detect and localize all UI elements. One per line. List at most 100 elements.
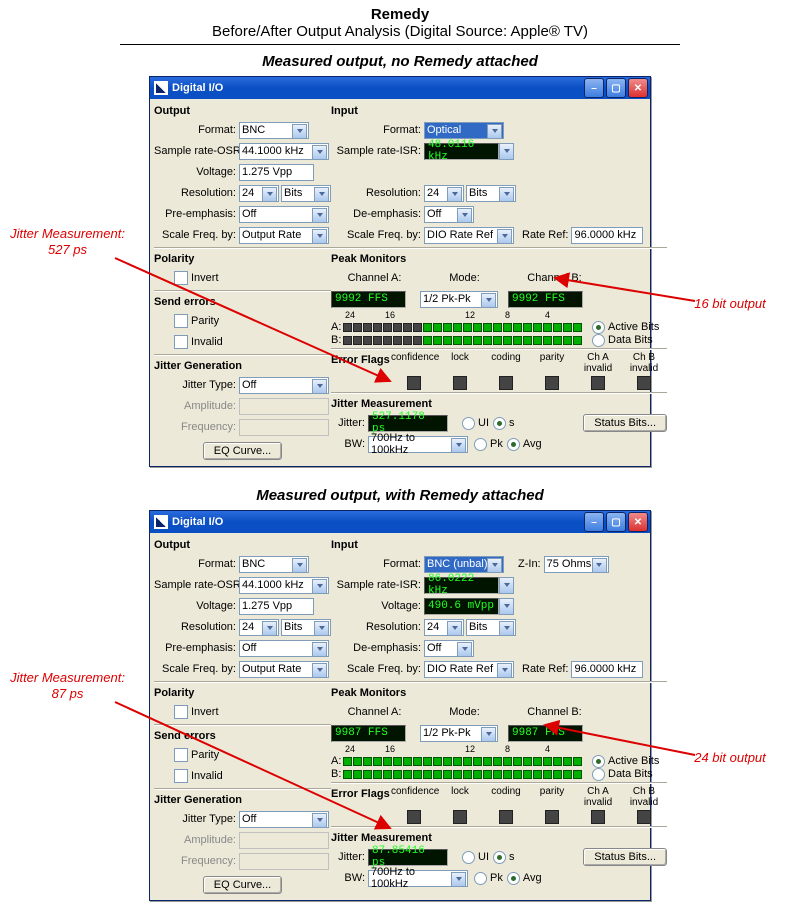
mode-combo[interactable]: 1/2 Pk-Pk [420, 291, 498, 308]
chevron-down-icon [312, 813, 327, 828]
output-resolution-unit-combo[interactable]: Bits [281, 619, 331, 636]
invert-checkbox[interactable]: Invert [174, 705, 219, 719]
chevron-down-icon[interactable] [499, 577, 514, 594]
parity-checkbox[interactable]: Parity [174, 314, 219, 328]
deemph-combo[interactable]: Off [424, 206, 474, 223]
jitter-type-combo[interactable]: Off [239, 811, 329, 828]
minimize-button[interactable]: – [584, 512, 604, 532]
chevron-down-icon[interactable] [499, 143, 514, 160]
minimize-button[interactable]: – [584, 78, 604, 98]
pk-radio[interactable]: Pk [474, 872, 503, 885]
eq-curve-button[interactable]: EQ Curve... [203, 876, 282, 894]
ef-parity: parity [540, 352, 564, 363]
jitter-label: Jitter: [331, 851, 368, 863]
osr-label: Sample rate-OSR: [154, 145, 239, 157]
ef-parity: parity [540, 786, 564, 797]
status-bits-button[interactable]: Status Bits... [583, 414, 667, 432]
chevron-down-icon [499, 187, 514, 202]
chevron-down-icon [499, 621, 514, 636]
jitter-readout: 527.1178 ps [368, 415, 448, 432]
preemph-combo[interactable]: Off [239, 206, 329, 223]
parity-checkbox[interactable]: Parity [174, 748, 219, 762]
output-voltage-field[interactable]: 1.275 Vpp [239, 164, 314, 181]
output-resolution-combo[interactable]: 24 [239, 185, 279, 202]
chB-label: Channel B: [511, 272, 601, 284]
output-voltage-field[interactable]: 1.275 Vpp [239, 598, 314, 615]
input-format-combo[interactable]: Optical [424, 122, 504, 139]
jittergen-group-label: Jitter Generation [154, 358, 331, 374]
in-scalefreq-combo[interactable]: DIO Rate Ref [424, 227, 514, 244]
input-resolution-unit-combo[interactable]: Bits [466, 619, 516, 636]
scalefreq-combo[interactable]: Output Rate [239, 661, 329, 678]
zin-label: Z-In: [518, 558, 544, 570]
output-resolution-unit-combo[interactable]: Bits [281, 185, 331, 202]
data-bits-radio[interactable]: Data Bits [592, 768, 653, 781]
peakmon-group-label: Peak Monitors [331, 685, 667, 701]
invert-checkbox[interactable]: Invert [174, 271, 219, 285]
ef-confidence: confidence [391, 352, 439, 363]
chevron-down-icon [457, 642, 472, 657]
input-resolution-unit-combo[interactable]: Bits [466, 185, 516, 202]
jittermeas-label: Jitter Measurement [331, 830, 667, 846]
close-button[interactable]: ✕ [628, 512, 648, 532]
chevron-down-icon[interactable] [499, 598, 514, 615]
section1-header: Measured output, no Remedy attached [0, 53, 800, 70]
output-sample-rate-combo[interactable]: 44.1000 kHz [239, 143, 329, 160]
window-title: Digital I/O [172, 516, 582, 528]
avg-radio[interactable]: Avg [507, 872, 542, 885]
preemph-combo[interactable]: Off [239, 640, 329, 657]
ui-radio[interactable]: UI [462, 417, 489, 430]
ef-chB: Ch B [633, 786, 655, 797]
bw-combo[interactable]: 700Hz to 100kHz [368, 436, 468, 453]
in-scalefreq-label: Scale Freq. by: [331, 663, 424, 675]
output-format-combo[interactable]: BNC [239, 122, 309, 139]
jitter-type-combo[interactable]: Off [239, 377, 329, 394]
rowA-label: A: [331, 755, 343, 767]
input-resolution-combo[interactable]: 24 [424, 619, 464, 636]
s-radio[interactable]: s [493, 417, 515, 430]
scalefreq-label: Scale Freq. by: [154, 229, 239, 241]
active-bits-radio[interactable]: Active Bits [592, 321, 659, 334]
titlebar2[interactable]: Digital I/O – ▢ ✕ [150, 511, 650, 533]
rateref-field[interactable]: 96.0000 kHz [571, 227, 643, 244]
ef-coding: coding [491, 352, 520, 363]
section2: Digital I/O – ▢ ✕ Output Format:BNC Samp… [0, 510, 800, 901]
zin-combo[interactable]: 75 Ohms [544, 556, 609, 573]
lamp-icon [407, 376, 421, 390]
input-format-combo[interactable]: BNC (unbal) [424, 556, 504, 573]
annotation-right: 24 bit output [670, 750, 790, 766]
ef-chB: Ch B [633, 352, 655, 363]
chevron-down-icon [292, 558, 307, 573]
invalid-checkbox[interactable]: Invalid [174, 335, 223, 349]
maximize-button[interactable]: ▢ [606, 78, 626, 98]
avg-radio[interactable]: Avg [507, 438, 542, 451]
ui-radio[interactable]: UI [462, 851, 489, 864]
invalid-checkbox[interactable]: Invalid [174, 769, 223, 783]
deemph-combo[interactable]: Off [424, 640, 474, 657]
maximize-button[interactable]: ▢ [606, 512, 626, 532]
jittergen-group-label: Jitter Generation [154, 792, 331, 808]
active-bits-radio[interactable]: Active Bits [592, 755, 659, 768]
chB-readout: 9992 FFS [508, 291, 583, 308]
app-icon [154, 81, 168, 95]
output-sample-rate-combo[interactable]: 44.1000 kHz [239, 577, 329, 594]
frequency-field [239, 853, 329, 870]
titlebar1[interactable]: Digital I/O – ▢ ✕ [150, 77, 650, 99]
output-resolution-combo[interactable]: 24 [239, 619, 279, 636]
output-format-combo[interactable]: BNC [239, 556, 309, 573]
eq-curve-button[interactable]: EQ Curve... [203, 442, 282, 460]
tick-8: 8 [505, 310, 545, 320]
rateref-field[interactable]: 96.0000 kHz [571, 661, 643, 678]
chevron-down-icon [314, 621, 329, 636]
input-resolution-combo[interactable]: 24 [424, 185, 464, 202]
data-bits-radio[interactable]: Data Bits [592, 334, 653, 347]
scalefreq-combo[interactable]: Output Rate [239, 227, 329, 244]
s-radio[interactable]: s [493, 851, 515, 864]
status-bits-button[interactable]: Status Bits... [583, 848, 667, 866]
close-button[interactable]: ✕ [628, 78, 648, 98]
in-scalefreq-combo[interactable]: DIO Rate Ref [424, 661, 514, 678]
pk-radio[interactable]: Pk [474, 438, 503, 451]
mode-combo[interactable]: 1/2 Pk-Pk [420, 725, 498, 742]
lamp-icon [453, 810, 467, 824]
bw-combo[interactable]: 700Hz to 100kHz [368, 870, 468, 887]
